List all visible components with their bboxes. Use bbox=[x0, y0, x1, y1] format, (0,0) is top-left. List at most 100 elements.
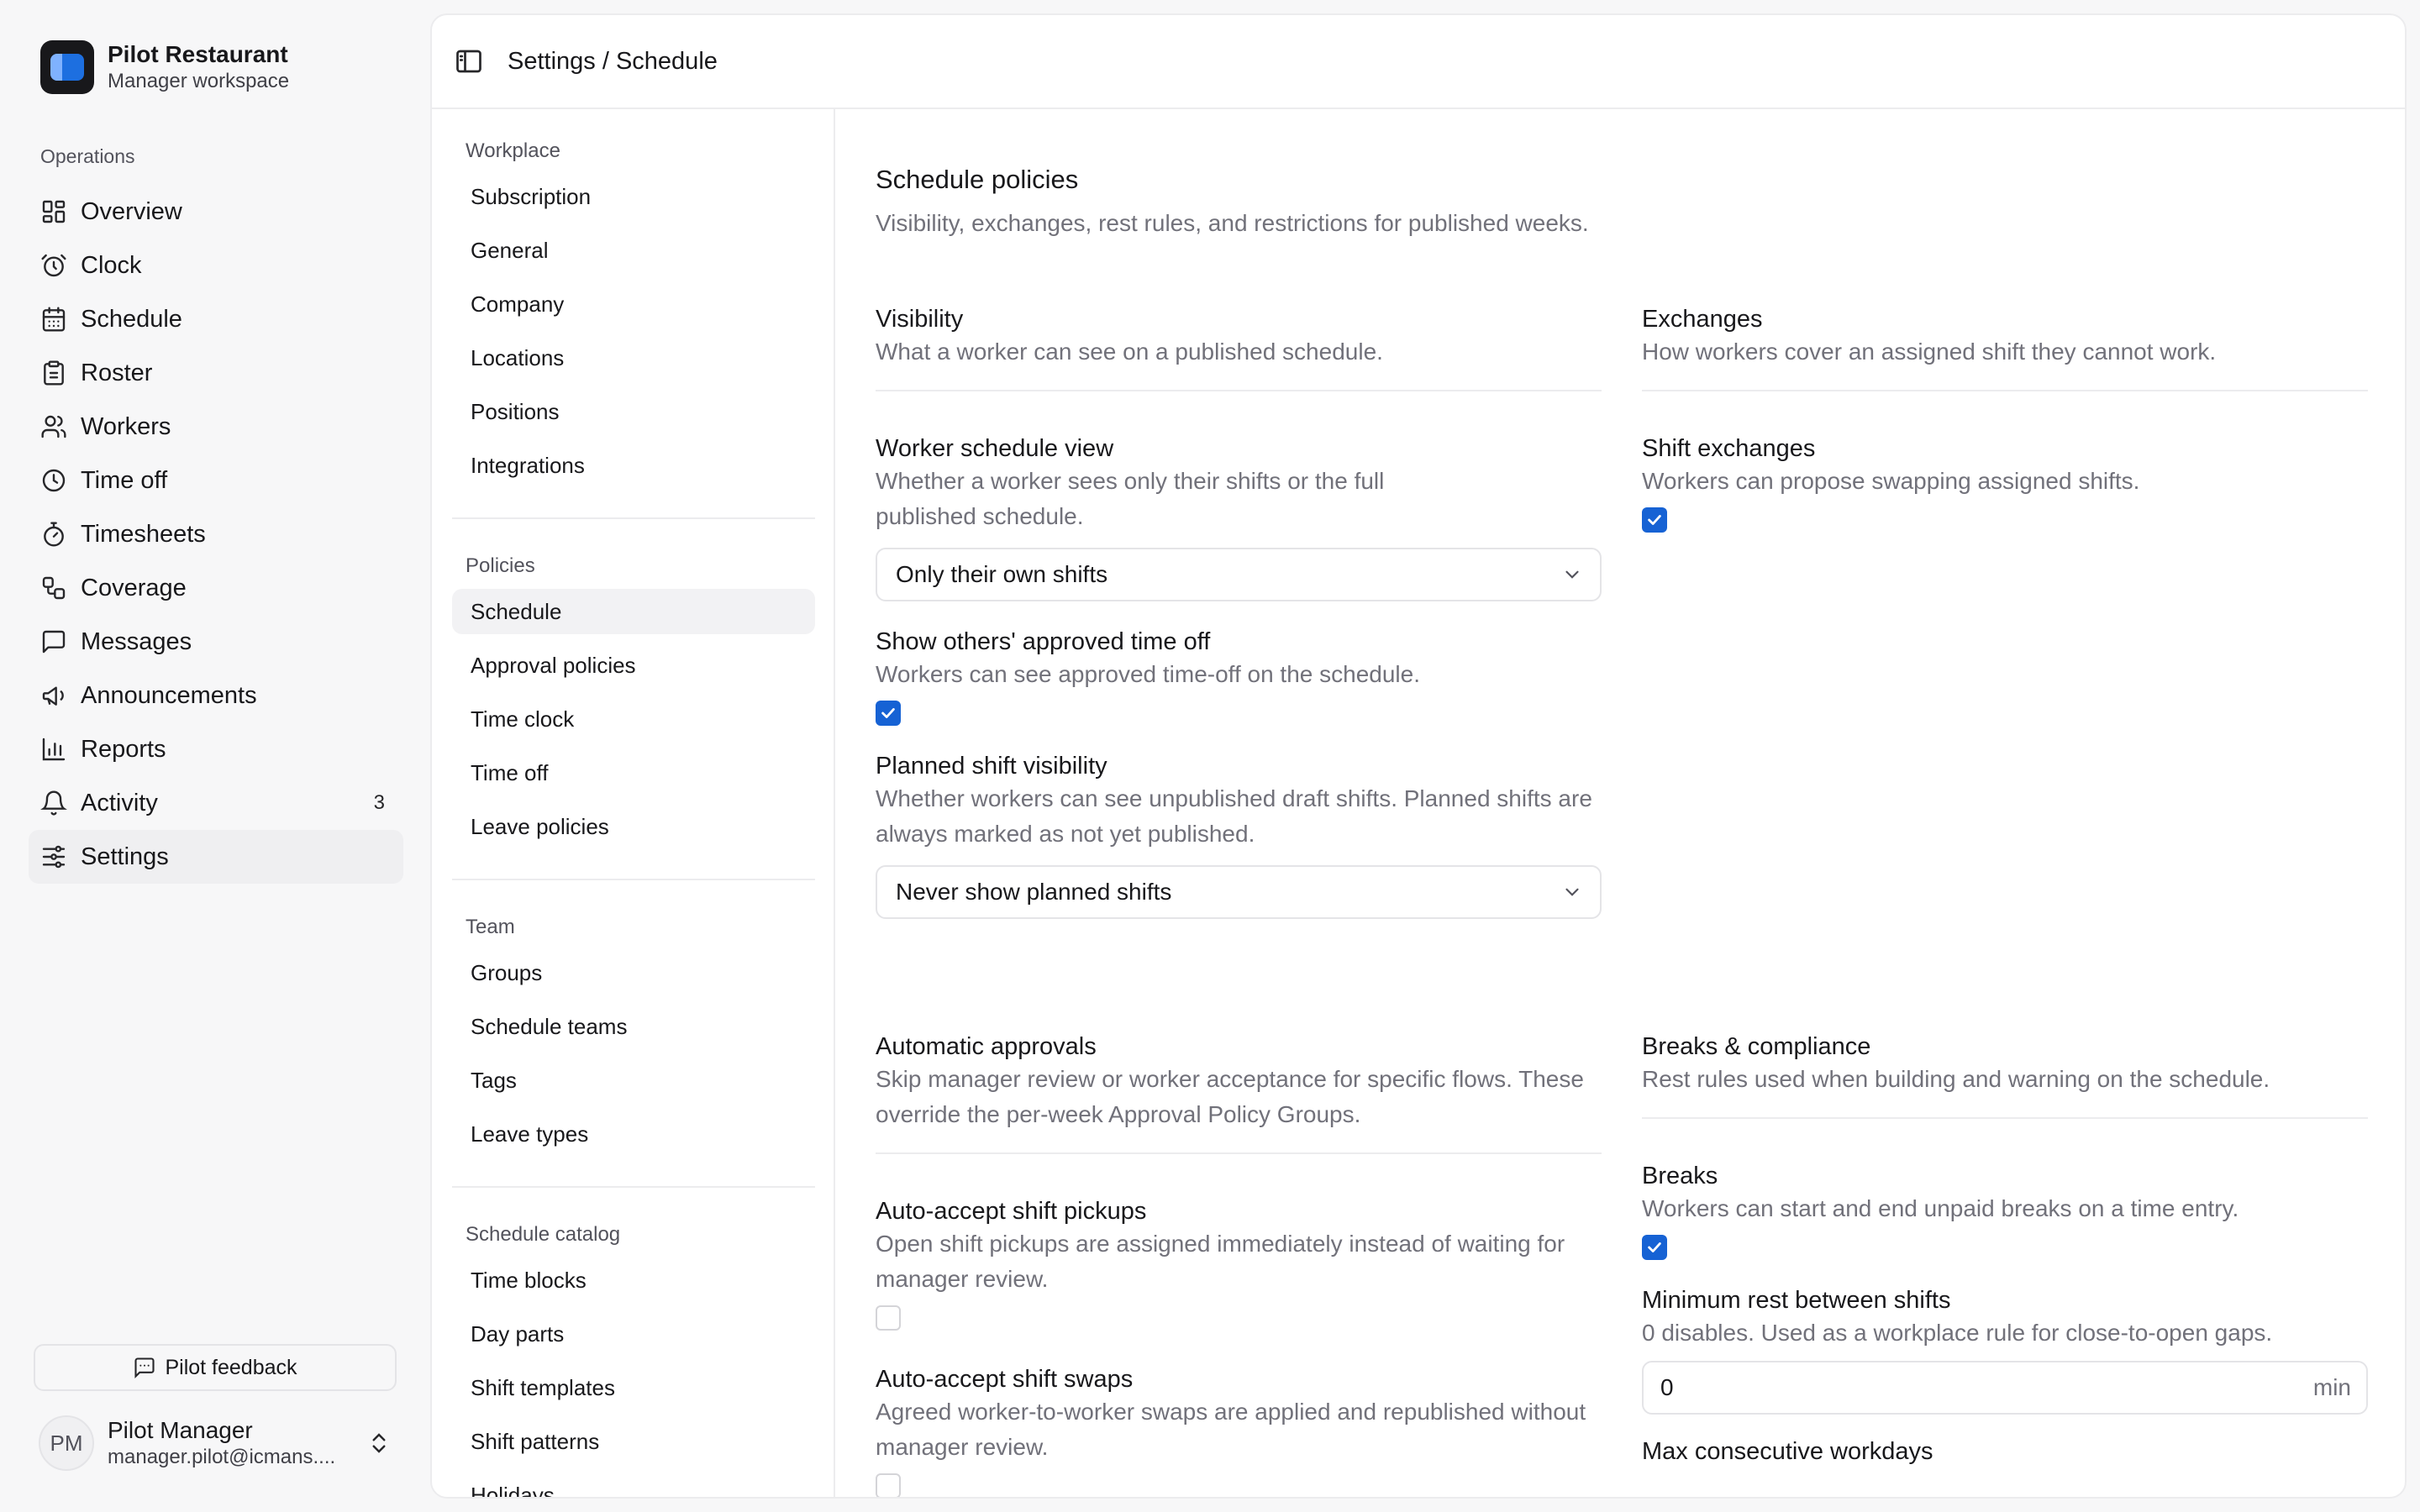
subnav-group-schedule-catalog: Schedule catalog Time blocks Day parts S… bbox=[452, 1216, 815, 1497]
subnav-item-leave-policies[interactable]: Leave policies bbox=[452, 800, 815, 853]
sidebar-item-clock[interactable]: Clock bbox=[29, 239, 403, 292]
input-unit: min bbox=[2312, 1374, 2351, 1400]
pilot-feedback-button[interactable]: Pilot feedback bbox=[34, 1344, 397, 1391]
app-name: Pilot Restaurant bbox=[108, 41, 288, 67]
subnav-item-subscription[interactable]: Subscription bbox=[452, 170, 815, 223]
subnav-group-team: Team Groups Schedule teams Tags Leave ty… bbox=[452, 909, 815, 1188]
subnav-item-integrations[interactable]: Integrations bbox=[452, 438, 815, 492]
field-description: Workers can start and end unpaid breaks … bbox=[1642, 1195, 2239, 1221]
subnav-divider bbox=[452, 879, 815, 880]
page-description: Visibility, exchanges, rest rules, and r… bbox=[876, 210, 1589, 236]
breaks-checkbox[interactable] bbox=[1642, 1235, 1667, 1260]
subnav-divider bbox=[452, 1186, 815, 1188]
subnav-item-day-parts[interactable]: Day parts bbox=[452, 1307, 815, 1361]
field-label: Minimum rest between shifts bbox=[1642, 1287, 1951, 1314]
sidebar-item-label: Clock bbox=[81, 251, 142, 279]
sidebar-item-activity[interactable]: Activity 3 bbox=[29, 776, 403, 830]
users-icon bbox=[41, 415, 66, 438]
field-label: Shift exchanges bbox=[1642, 435, 1816, 462]
section-divider bbox=[1642, 1117, 2368, 1119]
section-divider bbox=[876, 390, 1602, 391]
section-description: What a worker can see on a published sch… bbox=[876, 339, 1383, 365]
subnav-item-general[interactable]: General bbox=[452, 223, 815, 277]
subnav-group-workplace: Workplace Subscription General Company L… bbox=[452, 133, 815, 519]
sidebar-item-settings[interactable]: Settings bbox=[29, 830, 403, 884]
check-icon bbox=[1648, 515, 1661, 525]
subnav-item-time-blocks[interactable]: Time blocks bbox=[452, 1253, 815, 1307]
shift-exchanges-checkbox[interactable] bbox=[1642, 507, 1667, 533]
breadcrumb: Settings / Schedule bbox=[508, 47, 718, 75]
subnav-group-policies: Policies Schedule Approval policies Time… bbox=[452, 548, 815, 880]
activity-count-badge: 3 bbox=[373, 791, 385, 814]
input-value: 0 bbox=[1660, 1374, 1674, 1400]
workspace-switcher[interactable]: Pilot Restaurant Manager workspace bbox=[40, 40, 289, 94]
auto-accept-pickups-checkbox[interactable] bbox=[876, 1305, 901, 1331]
field-description: Whether workers can see unpublished draf… bbox=[876, 785, 1592, 847]
sidebar-item-label: Reports bbox=[81, 735, 166, 763]
subnav-item-time-clock[interactable]: Time clock bbox=[452, 692, 815, 746]
clock-icon bbox=[42, 469, 66, 492]
auto-accept-swaps-checkbox[interactable] bbox=[876, 1473, 901, 1497]
subnav-item-schedule[interactable]: Schedule bbox=[452, 589, 815, 634]
exchanges-section: Exchanges How workers cover an assigned … bbox=[1642, 304, 2368, 533]
chevron-down-icon bbox=[1565, 888, 1579, 896]
subnav-item-tags[interactable]: Tags bbox=[452, 1053, 815, 1107]
show-others-time-off-checkbox[interactable] bbox=[876, 701, 901, 726]
visibility-section: Visibility What a worker can see on a pu… bbox=[876, 304, 1602, 919]
app-logo-icon bbox=[40, 40, 94, 94]
user-menu[interactable]: PM Pilot Manager manager.pilot@icmans...… bbox=[39, 1415, 392, 1471]
grid-icon bbox=[42, 200, 66, 223]
subnav-item-shift-patterns[interactable]: Shift patterns bbox=[452, 1415, 815, 1468]
section-description: Rest rules used when building and warnin… bbox=[1642, 1066, 2270, 1092]
megaphone-icon bbox=[42, 686, 64, 706]
subnav-item-schedule-teams[interactable]: Schedule teams bbox=[452, 1000, 815, 1053]
sidebar-item-announcements[interactable]: Announcements bbox=[29, 669, 403, 722]
sidebar-item-reports[interactable]: Reports bbox=[29, 722, 403, 776]
subnav-item-company[interactable]: Company bbox=[452, 277, 815, 331]
user-name: Pilot Manager bbox=[108, 1417, 253, 1443]
subnav-item-groups[interactable]: Groups bbox=[452, 946, 815, 1000]
sidebar-item-label: Timesheets bbox=[81, 520, 206, 548]
user-email: manager.pilot@icmans.... bbox=[108, 1446, 336, 1468]
alarm-clock-icon bbox=[41, 254, 66, 277]
sidebar-item-label: Overview bbox=[81, 197, 182, 225]
sidebar-item-messages[interactable]: Messages bbox=[29, 615, 403, 669]
worker-schedule-view-select[interactable]: Only their own shifts bbox=[876, 548, 1602, 601]
subnav-item-locations[interactable]: Locations bbox=[452, 331, 815, 385]
sidebar-item-roster[interactable]: Roster bbox=[29, 346, 403, 400]
section-title: Breaks & compliance bbox=[1642, 1033, 1871, 1060]
bell-icon bbox=[40, 790, 67, 816]
chevron-down-icon bbox=[1565, 570, 1579, 579]
subnav-item-approval-policies[interactable]: Approval policies bbox=[452, 638, 815, 692]
subnav-item-leave-types[interactable]: Leave types bbox=[452, 1107, 815, 1161]
sidebar-item-time-off[interactable]: Time off bbox=[29, 454, 403, 507]
sidebar-item-label: Coverage bbox=[81, 574, 187, 601]
field-description: Whether a worker sees only their shifts … bbox=[876, 468, 1385, 529]
clipboard-icon bbox=[44, 360, 64, 386]
chevrons-up-down-icon bbox=[372, 1433, 386, 1453]
field-label: Worker schedule view bbox=[876, 435, 1114, 462]
subnav-item-holidays[interactable]: Holidays bbox=[452, 1468, 815, 1497]
minimum-rest-input[interactable]: 0 min bbox=[1642, 1361, 2368, 1415]
section-divider bbox=[1642, 390, 2368, 391]
sidebar-item-label: Schedule bbox=[81, 305, 182, 333]
sidebar-item-label: Messages bbox=[81, 627, 192, 655]
sidebar-item-coverage[interactable]: Coverage bbox=[29, 561, 403, 615]
sliders-icon bbox=[42, 845, 66, 869]
field-description: 0 disables. Used as a workplace rule for… bbox=[1642, 1320, 2273, 1346]
field-description: Agreed worker-to-worker swaps are applie… bbox=[876, 1399, 1586, 1460]
sidebar-item-label: Workers bbox=[81, 412, 171, 440]
subnav-item-time-off[interactable]: Time off bbox=[452, 746, 815, 800]
sidebar-item-schedule[interactable]: Schedule bbox=[29, 292, 403, 346]
subnav-item-shift-templates[interactable]: Shift templates bbox=[452, 1361, 815, 1415]
stopwatch-icon bbox=[44, 522, 64, 547]
field-label: Auto-accept shift pickups bbox=[876, 1198, 1147, 1225]
sidebar-item-workers[interactable]: Workers bbox=[29, 400, 403, 454]
subnav-item-positions[interactable]: Positions bbox=[452, 385, 815, 438]
sidebar-item-label: Settings bbox=[81, 843, 169, 870]
sidebar-item-timesheets[interactable]: Timesheets bbox=[29, 507, 403, 561]
planned-shift-visibility-select[interactable]: Never show planned shifts bbox=[876, 865, 1602, 919]
top-bar: Settings / Schedule bbox=[432, 15, 2405, 109]
sidebar-item-overview[interactable]: Overview bbox=[29, 185, 403, 239]
sidebar-toggle-icon[interactable] bbox=[454, 46, 484, 76]
